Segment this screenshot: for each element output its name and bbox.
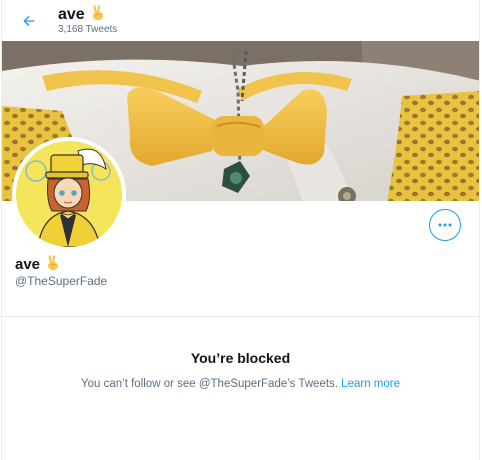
- header-name: ave: [58, 6, 85, 23]
- profile-handle: @TheSuperFade: [15, 274, 108, 288]
- tweet-count: 3,168 Tweets: [58, 24, 118, 35]
- arrow-left-icon: [23, 15, 35, 27]
- blocked-message-text: You can’t follow or see @TheSuperFade’s …: [81, 378, 338, 390]
- profile-avatar[interactable]: [12, 137, 126, 251]
- header-title: ave: [58, 5, 105, 26]
- profile-header-bar: ave 3,168 Tweets: [2, 0, 479, 41]
- more-options-button[interactable]: [429, 209, 461, 241]
- profile-display-name: ave: [15, 255, 60, 276]
- learn-more-link[interactable]: Learn more: [341, 378, 400, 390]
- profile-name-text: ave: [15, 256, 41, 273]
- section-divider: [2, 316, 479, 317]
- blocked-title: You’re blocked: [190, 350, 291, 366]
- profile-column: ave 3,168 Tweets ave @TheSuperFade You’r…: [1, 0, 480, 460]
- victory-hand-icon: [46, 255, 60, 276]
- blocked-message: You can’t follow or see @TheSuperFade’s …: [2, 377, 479, 391]
- back-button[interactable]: [14, 6, 44, 36]
- avatar-image: [16, 141, 122, 247]
- ellipsis-icon: [438, 223, 452, 227]
- victory-hand-icon: [91, 5, 105, 26]
